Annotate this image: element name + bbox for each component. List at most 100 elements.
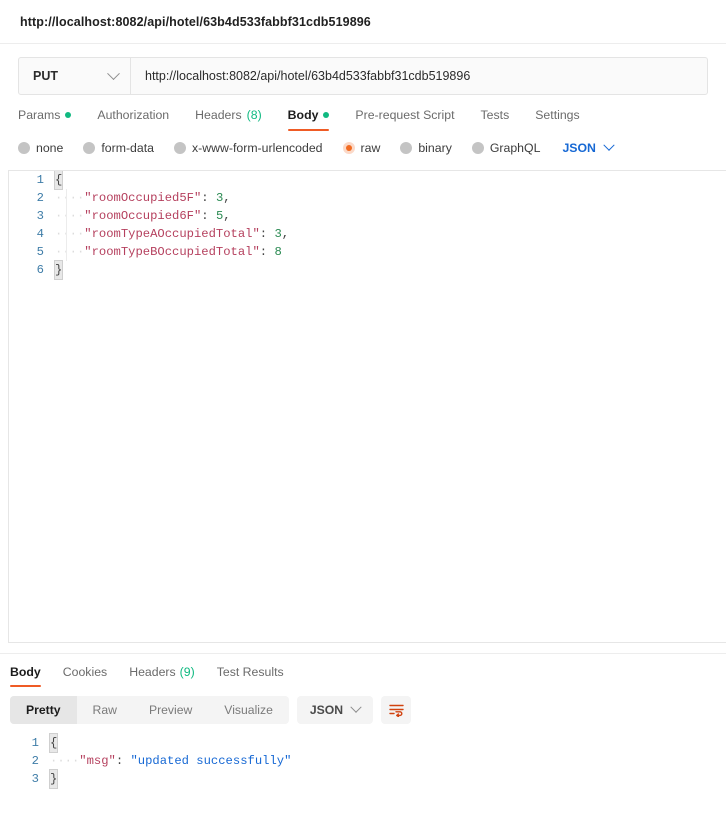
code-line: 3} [20,769,726,789]
json-comma: , [281,227,290,241]
body-type-options: none form-data x-www-form-urlencoded raw bin… [18,131,708,165]
json-value: "updated successfully" [130,754,292,768]
code-line: 2 ····"roomOccupied5F": 3, [9,189,726,207]
request-tabs: Params Authorization Headers (8) Body Pre-req… [18,95,708,131]
response-body-code[interactable]: 1{2 ····"msg": "updated successfully" 3} [20,733,726,789]
line-number: 3 [36,209,44,223]
open-brace: { [48,733,59,753]
response-view-visualize[interactable]: Visualize [208,696,289,724]
code-text: ····"msg": "updated successfully" [50,752,291,770]
line-number: 2 [31,754,39,768]
code-text: ····"roomTypeBOccupiedTotal": 8 [55,243,282,261]
request-tab-body[interactable]: Body [287,108,330,131]
code-text: } [48,769,59,789]
radio-icon [18,142,30,154]
body-type-radio-form-data[interactable]: form-data [83,141,154,155]
json-comma: , [223,191,231,205]
request-body-editor[interactable]: 1{2 ····"roomOccupied5F": 3, 3 ····"roomOcc… [8,170,726,643]
http-method-select[interactable]: PUT [19,58,131,94]
request-tab-params[interactable]: Params [18,108,72,131]
postman-request-window: http://localhost:8082/api/hotel/63b4d533… [0,0,726,836]
response-tab-label: Headers [129,665,176,679]
request-tab-headers[interactable]: Headers (8) [195,108,262,131]
radio-icon [471,142,484,154]
body-type-label: binary [418,141,452,155]
response-view-mode-group: Pretty Raw Preview Visualize [10,696,289,724]
body-type-radio-none[interactable]: none [18,141,63,155]
code-text: } [53,260,64,280]
text-wrap-button[interactable] [381,696,412,724]
line-number: 6 [36,263,44,277]
response-toolbar: Pretty Raw Preview Visualize JSON [0,687,726,724]
line-number: 2 [36,191,44,205]
request-url-bar: PUT http://localhost:8082/api/hotel/63b4… [18,57,708,95]
response-format-select[interactable]: JSON [296,696,374,724]
radio-icon [173,142,186,154]
request-tab-label: Headers [195,108,242,122]
line-number: 3 [31,772,39,786]
json-key: "roomOccupied5F" [84,191,202,205]
raw-format-select[interactable]: JSON [562,139,615,155]
chevron-down-icon [603,139,615,151]
close-brace: } [48,769,59,789]
line-number: 1 [36,173,44,187]
request-tab-count: (8) [246,108,262,122]
request-tab-label: Tests [480,108,510,122]
body-type-radio-raw[interactable]: raw [342,141,381,155]
line-number: 4 [36,227,44,241]
body-type-radio-graphql[interactable]: GraphQL [471,141,540,155]
response-tab-count: (9) [179,665,195,679]
request-tab-label: Params [18,108,61,122]
response-tab-label: Test Results [216,665,284,679]
request-tab-authorization[interactable]: Authorization [97,108,169,131]
json-colon: : [201,191,216,205]
unsaved-dot-icon [65,112,72,118]
body-type-label: none [36,141,64,155]
request-tab-settings[interactable]: Settings [535,108,579,131]
body-type-label: form-data [101,141,154,155]
json-key: "roomTypeBOccupiedTotal" [84,245,260,259]
indent-guide: ···· [55,245,85,259]
code-text: ····"roomOccupied6F": 5, [55,207,231,225]
json-comma: , [223,209,231,223]
json-key: "roomOccupied6F" [84,209,202,223]
indent-guide: ···· [55,191,85,205]
request-body-code[interactable]: 1{2 ····"roomOccupied5F": 3, 3 ····"roomOcc… [9,171,726,280]
indent-guide: ···· [55,227,85,241]
code-text: { [53,171,64,190]
code-line: 3 ····"roomOccupied6F": 5, [9,207,726,225]
code-text: ····"roomOccupied5F": 3, [55,189,231,207]
chevron-down-icon [350,701,362,713]
response-tab-headers[interactable]: Headers (9) [129,665,195,687]
code-line: 5 ····"roomTypeBOccupiedTotal": 8 [9,243,726,261]
indent-guide-line [66,189,67,261]
response-view-pretty[interactable]: Pretty [10,696,77,724]
response-tab-label: Body [10,665,41,679]
open-brace: { [53,171,64,190]
code-line: 1{ [20,733,726,753]
request-url-input[interactable]: http://localhost:8082/api/hotel/63b4d533… [131,58,707,94]
request-tab-pre-request-script[interactable]: Pre-request Script [355,108,454,131]
response-tab-test-results[interactable]: Test Results [217,665,284,687]
response-view-preview[interactable]: Preview [133,696,208,724]
response-tabs: Body Cookies Headers (9) Test Results [0,654,726,687]
response-tab-label: Cookies [62,665,108,679]
json-key: "msg" [79,754,116,768]
body-type-label: x-www-form-urlencoded [191,141,323,155]
line-number: 1 [31,736,39,750]
body-type-radio-x-www-form-urlencoded[interactable]: x-www-form-urlencoded [173,141,323,155]
request-tab-label: Body [287,108,319,122]
code-text: ····"roomTypeAOccupiedTotal": 3, [55,225,289,243]
request-tab-tests[interactable]: Tests [481,108,510,131]
json-colon: : [115,754,131,768]
request-tab-label: Pre-request Script [355,108,455,122]
response-tab-body[interactable]: Body [10,665,41,687]
http-method-label: PUT [33,69,58,83]
unsaved-dot-icon [323,112,330,118]
response-view-raw[interactable]: Raw [77,696,133,724]
code-text: { [48,733,59,753]
body-type-label: raw [360,141,381,155]
body-type-radio-binary[interactable]: binary [400,141,452,155]
json-value: 8 [274,245,282,259]
response-tab-cookies[interactable]: Cookies [63,665,107,687]
